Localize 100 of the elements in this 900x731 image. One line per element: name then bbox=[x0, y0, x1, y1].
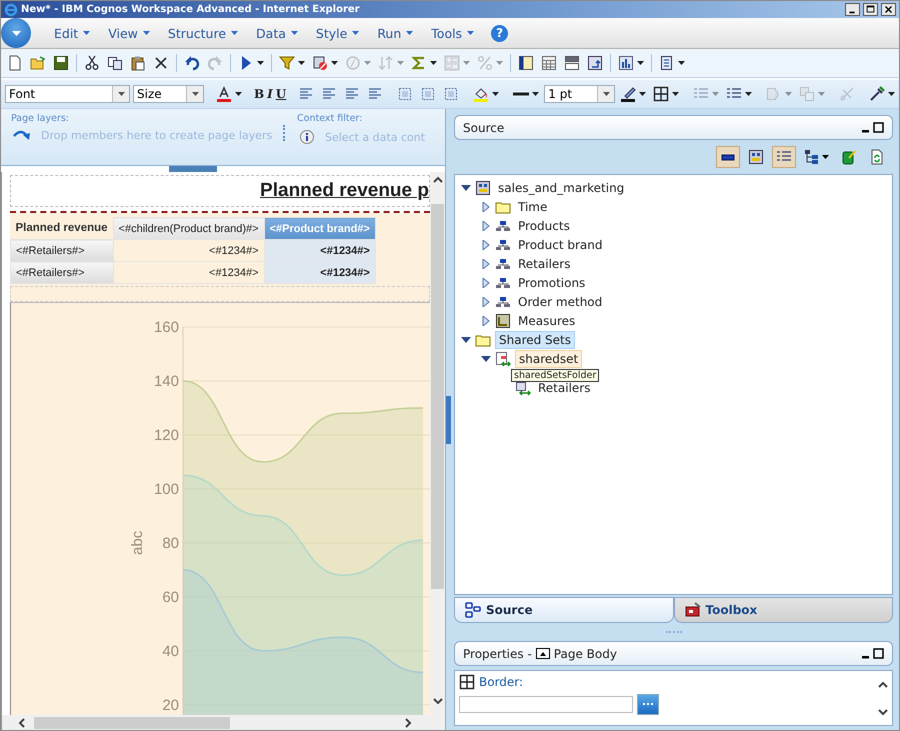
scroll-up-icon[interactable] bbox=[878, 680, 888, 688]
set-icon bbox=[515, 380, 531, 396]
expand-icon[interactable] bbox=[481, 202, 491, 212]
expand-icon[interactable] bbox=[481, 220, 491, 230]
maximize-icon[interactable] bbox=[873, 648, 884, 659]
page-layers-label: Page layers: bbox=[11, 113, 70, 124]
redo-icon bbox=[207, 55, 223, 71]
caret-icon bbox=[298, 61, 305, 65]
curved-arrow-icon bbox=[13, 130, 31, 142]
caret-icon bbox=[602, 92, 610, 96]
scroll-down-icon[interactable] bbox=[878, 708, 888, 716]
close-button[interactable] bbox=[881, 3, 896, 16]
measures-icon bbox=[495, 312, 511, 328]
swap-icon bbox=[587, 55, 603, 71]
expand-icon[interactable] bbox=[481, 316, 491, 326]
toolbar-button[interactable] bbox=[562, 53, 582, 73]
toolbar-button[interactable] bbox=[214, 84, 244, 104]
maximize-icon[interactable] bbox=[873, 122, 884, 133]
y-tick-label: 120 bbox=[154, 426, 179, 444]
toolbar-button[interactable] bbox=[616, 53, 646, 73]
font-dropdown[interactable]: Font bbox=[5, 85, 130, 103]
tree-item[interactable]: sales_and_marketing bbox=[495, 180, 628, 196]
underline-button[interactable]: U bbox=[276, 87, 286, 101]
column-header: <#Product brand#> bbox=[264, 218, 376, 240]
border-icon bbox=[459, 674, 475, 690]
tree-item[interactable]: sharedset bbox=[515, 350, 582, 368]
maximize-button[interactable] bbox=[863, 3, 878, 16]
italic-button[interactable]: I bbox=[267, 87, 273, 101]
menu-item[interactable]: Structure bbox=[158, 26, 248, 40]
context-filter-label: Context filter: bbox=[297, 113, 364, 124]
scroll-left-icon[interactable] bbox=[18, 718, 26, 728]
collapse-handle[interactable] bbox=[169, 166, 217, 172]
tree-item[interactable]: Order method bbox=[515, 294, 606, 310]
caret-icon bbox=[235, 92, 242, 96]
caret-icon bbox=[83, 31, 90, 35]
caret-icon bbox=[532, 92, 540, 96]
menu-item[interactable]: Style bbox=[306, 26, 368, 40]
toolbar-button[interactable] bbox=[651, 84, 682, 104]
undo-icon bbox=[184, 55, 200, 71]
tree-item[interactable]: Measures bbox=[515, 312, 578, 328]
menu-item[interactable]: Run bbox=[368, 26, 422, 40]
padding-icon bbox=[397, 86, 414, 102]
tool-button[interactable] bbox=[772, 146, 796, 168]
bold-button[interactable]: B bbox=[254, 87, 264, 101]
size-dropdown[interactable]: Size bbox=[133, 85, 204, 103]
caret-icon bbox=[818, 92, 826, 96]
help-button[interactable]: ? bbox=[491, 24, 508, 42]
panel-tab[interactable]: Source bbox=[454, 597, 674, 623]
caret-icon bbox=[331, 61, 338, 65]
tree-item[interactable]: Shared Sets bbox=[495, 330, 576, 348]
menu-item[interactable]: Data bbox=[247, 26, 307, 40]
browse-button[interactable] bbox=[637, 694, 659, 715]
app-menu-button[interactable] bbox=[1, 18, 31, 48]
suppress-icon bbox=[312, 55, 328, 71]
expand-icon[interactable] bbox=[481, 240, 491, 250]
minimize-button[interactable] bbox=[845, 3, 860, 16]
toolbar-button[interactable] bbox=[511, 90, 542, 98]
size-dropdown[interactable]: 1 pt bbox=[544, 85, 616, 103]
info-icon bbox=[299, 129, 315, 145]
tree-item[interactable]: Time bbox=[515, 198, 550, 214]
tree-item[interactable]: Promotions bbox=[515, 274, 588, 290]
toolbar-button[interactable] bbox=[585, 53, 605, 73]
scrollbar-thumb[interactable] bbox=[34, 716, 230, 728]
paste-icon bbox=[130, 55, 146, 71]
toolbar-button[interactable] bbox=[516, 53, 536, 73]
expand-icon[interactable] bbox=[481, 278, 491, 288]
y-tick-label: 140 bbox=[154, 372, 179, 390]
scroll-up-icon[interactable] bbox=[432, 176, 442, 184]
caret-icon bbox=[745, 92, 752, 96]
table-cell: <#1234#> bbox=[113, 262, 264, 284]
new-icon bbox=[7, 55, 23, 71]
caret-icon bbox=[406, 31, 414, 35]
collapse-icon[interactable] bbox=[461, 182, 471, 192]
tool-button[interactable] bbox=[716, 146, 740, 168]
collapse-icon[interactable] bbox=[481, 354, 491, 364]
expand-icon[interactable] bbox=[481, 296, 491, 306]
insert-icon bbox=[659, 55, 675, 71]
tree-item[interactable]: Retailers bbox=[515, 256, 574, 272]
caret-icon bbox=[672, 92, 680, 96]
panel-tab[interactable]: Toolbox bbox=[674, 597, 893, 623]
scrollbar-thumb[interactable] bbox=[431, 204, 444, 589]
menu-item[interactable]: View bbox=[99, 26, 159, 40]
tree-item[interactable]: Retailers bbox=[535, 380, 594, 396]
expand-icon[interactable] bbox=[481, 258, 491, 268]
tree-item[interactable]: Product brand bbox=[515, 236, 606, 252]
collapse-icon[interactable] bbox=[461, 334, 471, 344]
toolbar-button[interactable] bbox=[51, 53, 71, 73]
scroll-down-icon[interactable] bbox=[432, 697, 442, 705]
menu-item[interactable]: Tools bbox=[422, 26, 484, 40]
caret-icon bbox=[430, 61, 437, 65]
caret-icon bbox=[637, 61, 644, 65]
caret-icon bbox=[364, 61, 371, 65]
caret-icon bbox=[463, 61, 470, 65]
tree-item[interactable]: Products bbox=[515, 218, 573, 234]
report-title: Planned revenue p bbox=[260, 180, 429, 202]
scroll-right-icon[interactable] bbox=[404, 718, 412, 728]
splitter-handle[interactable] bbox=[446, 396, 451, 444]
menu-item[interactable]: Edit bbox=[45, 26, 100, 40]
sigma-icon bbox=[411, 55, 427, 71]
border-field[interactable] bbox=[459, 696, 633, 713]
